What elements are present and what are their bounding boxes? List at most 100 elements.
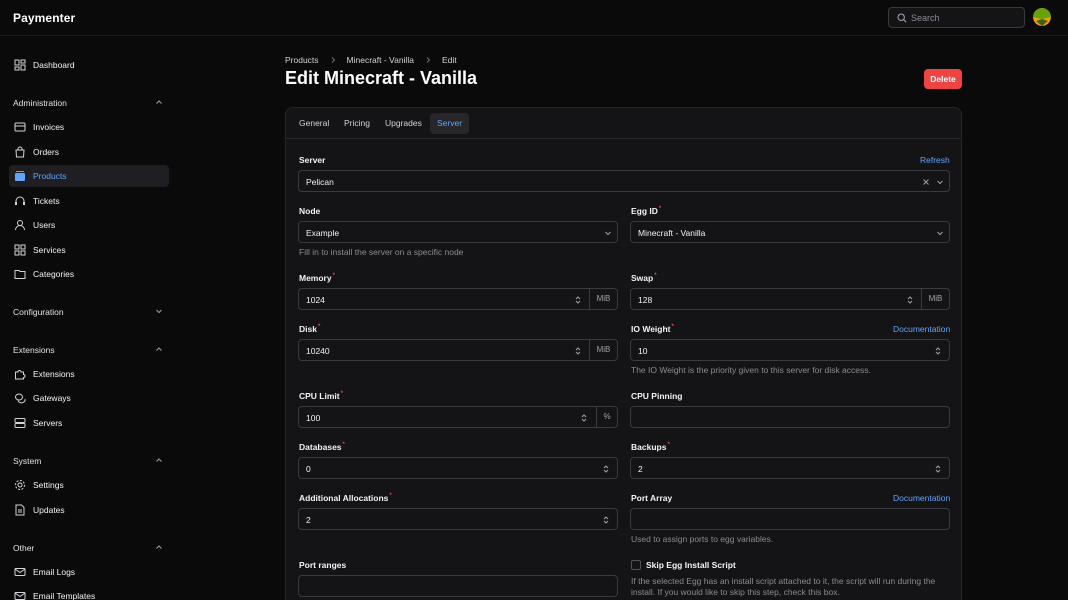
chevron-right-icon <box>426 57 431 63</box>
chevron-down-icon[interactable] <box>936 178 944 186</box>
group-extensions[interactable]: Extensions <box>13 343 163 357</box>
puzzle-icon <box>15 370 26 380</box>
chevron-down-icon[interactable] <box>155 307 163 315</box>
allocations-input[interactable]: 2 <box>298 508 618 530</box>
dashboard-icon <box>14 59 26 71</box>
group-system[interactable]: System <box>13 454 163 468</box>
sidebar-item-orders[interactable]: Orders <box>9 141 169 163</box>
server-value: Pelican <box>306 177 334 187</box>
group-other[interactable]: Other <box>13 541 163 555</box>
sidebar-item-label: Services <box>33 245 66 255</box>
chevron-up-icon[interactable] <box>155 543 163 551</box>
sidebar-item-products[interactable]: Products <box>9 165 169 187</box>
required-marker: * <box>332 273 335 279</box>
chevron-up-icon[interactable] <box>155 345 163 353</box>
refresh-link[interactable]: Refresh <box>920 155 950 165</box>
io-documentation-link[interactable]: Documentation <box>893 324 950 334</box>
sidebar-item-tickets[interactable]: Tickets <box>9 190 169 212</box>
skip-install-checkbox[interactable] <box>631 560 641 570</box>
gear-icon <box>15 480 25 490</box>
headset-icon <box>15 196 25 205</box>
sidebar-item-services[interactable]: Services <box>9 239 169 261</box>
group-label: Configuration <box>13 307 64 317</box>
port-ranges-label: Port ranges <box>299 560 347 570</box>
stepper-icon[interactable] <box>906 295 914 305</box>
cpu-limit-input[interactable]: 100 % <box>298 406 618 428</box>
avatar[interactable] <box>1033 8 1051 26</box>
folder-icon <box>14 270 26 279</box>
delete-button[interactable]: Delete <box>924 69 962 89</box>
tab-general[interactable]: General <box>292 113 336 134</box>
grid-icon <box>14 244 26 256</box>
sidebar-item-invoices[interactable]: Invoices <box>9 116 169 138</box>
breadcrumb-item[interactable]: Minecraft - Vanilla <box>347 55 414 65</box>
sidebar-item-label: Tickets <box>33 196 60 206</box>
stepper-icon[interactable] <box>574 346 582 356</box>
sidebar-item-email-logs[interactable]: Email Logs <box>9 561 169 583</box>
tab-pricing[interactable]: Pricing <box>337 113 377 134</box>
node-select[interactable]: Example <box>298 221 618 243</box>
stepper-icon[interactable] <box>574 295 582 305</box>
sidebar-item-users[interactable]: Users <box>9 214 169 236</box>
databases-label: Databases* <box>299 442 345 452</box>
group-administration[interactable]: Administration <box>13 96 163 110</box>
egg-select[interactable]: Minecraft - Vanilla <box>630 221 950 243</box>
breadcrumb-item[interactable]: Products <box>285 55 319 65</box>
sidebar-item-categories[interactable]: Categories <box>9 263 169 285</box>
tab-upgrades[interactable]: Upgrades <box>378 113 429 134</box>
skip-install-label[interactable]: Skip Egg Install Script <box>646 560 736 570</box>
swap-input[interactable]: 128 MiB <box>630 288 950 310</box>
group-configuration[interactable]: Configuration <box>13 305 163 319</box>
sidebar-item-settings[interactable]: Settings <box>9 474 169 496</box>
port-ranges-input[interactable] <box>298 575 618 597</box>
chevron-down-icon[interactable] <box>936 229 944 237</box>
stepper-icon[interactable] <box>934 346 942 356</box>
sidebar-item-email-templates[interactable]: Email Templates <box>9 585 169 600</box>
brand-logo[interactable]: Paymenter <box>13 11 75 25</box>
sidebar-item-gateways[interactable]: Gateways <box>9 387 169 409</box>
memory-label: Memory* <box>299 273 335 283</box>
cpu-limit-value: 100 <box>306 413 321 423</box>
sidebar-item-dashboard[interactable]: Dashboard <box>9 54 169 76</box>
sidebar-item-label: Products <box>33 171 67 181</box>
cpu-pinning-input[interactable] <box>630 406 950 428</box>
cpu-limit-unit: % <box>596 407 617 427</box>
disk-value: 10240 <box>306 346 330 356</box>
port-array-help: Used to assign ports to egg variables. <box>631 534 774 544</box>
cpu-limit-label-text: CPU Limit <box>299 391 340 401</box>
port-array-input[interactable] <box>630 508 950 530</box>
node-label: Node <box>299 206 321 216</box>
chevron-down-icon[interactable] <box>604 229 612 237</box>
backups-label: Backups* <box>631 442 670 452</box>
coins-icon <box>15 393 26 404</box>
databases-input[interactable]: 0 <box>298 457 618 479</box>
stepper-icon[interactable] <box>580 413 588 423</box>
disk-label: Disk* <box>299 324 320 334</box>
sidebar-item-label: Settings <box>33 480 64 490</box>
skip-install-help-line1: If the selected Egg has an install scrip… <box>631 576 936 586</box>
sidebar-item-servers[interactable]: Servers <box>9 412 169 434</box>
chevron-up-icon[interactable] <box>155 98 163 106</box>
stepper-icon[interactable] <box>934 464 942 474</box>
stepper-icon[interactable] <box>602 515 610 525</box>
stepper-icon[interactable] <box>602 464 610 474</box>
sidebar-item-extensions[interactable]: Extensions <box>9 363 169 385</box>
sidebar: Dashboard Administration Invoices Orders… <box>0 37 178 600</box>
top-bar: Paymenter <box>0 0 1068 36</box>
search-input[interactable] <box>911 11 1021 25</box>
disk-input[interactable]: 10240 MiB <box>298 339 618 361</box>
port-array-documentation-link[interactable]: Documentation <box>893 493 950 503</box>
sidebar-item-updates[interactable]: Updates <box>9 499 169 521</box>
io-weight-input[interactable]: 10 <box>630 339 950 361</box>
server-select[interactable]: Pelican <box>298 170 950 192</box>
sidebar-item-label: Email Logs <box>33 567 76 577</box>
envelope-icon <box>14 568 26 576</box>
search-box[interactable] <box>888 7 1025 28</box>
chevron-up-icon[interactable] <box>155 456 163 464</box>
memory-input[interactable]: 1024 MiB <box>298 288 618 310</box>
tab-server[interactable]: Server <box>430 113 470 134</box>
clear-icon[interactable] <box>922 178 930 186</box>
required-marker: * <box>654 273 657 279</box>
chevron-right-icon <box>331 57 335 63</box>
backups-input[interactable]: 2 <box>630 457 950 479</box>
